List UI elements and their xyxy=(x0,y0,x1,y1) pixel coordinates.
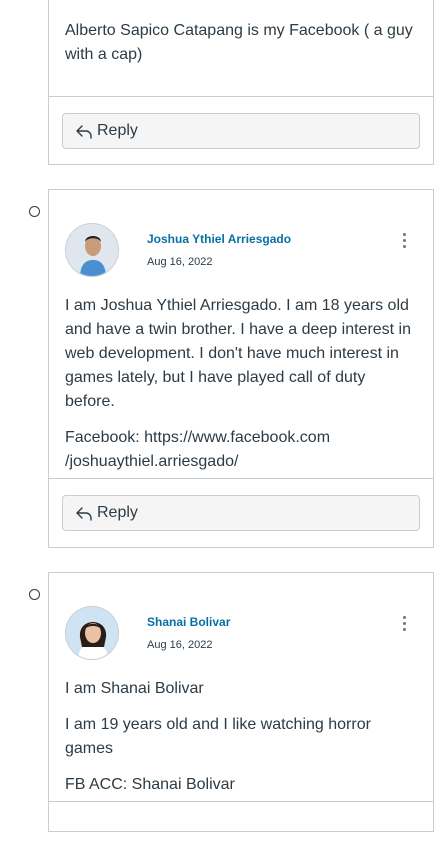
entry-message: Alberto Sapico Catapang is my Facebook (… xyxy=(65,19,419,67)
author-name-link[interactable]: Joshua Ythiel Arriesgado xyxy=(147,232,291,246)
list-bullet xyxy=(29,589,40,600)
entry-footer: Reply xyxy=(49,478,433,549)
reply-button[interactable]: Reply xyxy=(62,113,420,149)
list-bullet xyxy=(29,206,40,217)
entry-paragraph: I am Joshua Ythiel Arriesgado. I am 18 y… xyxy=(65,297,412,410)
avatar[interactable] xyxy=(65,606,119,660)
entry-paragraph: FB ACC: Shanai Bolivar xyxy=(65,776,235,793)
reply-label: Reply xyxy=(97,122,138,139)
reply-icon xyxy=(75,122,93,140)
entry-message: I am Joshua Ythiel Arriesgado. I am 18 y… xyxy=(65,294,419,474)
reply-icon xyxy=(75,504,93,522)
post-date: Aug 16, 2022 xyxy=(147,639,213,651)
reply-label: Reply xyxy=(97,504,138,521)
discussion-entry: Joshua Ythiel Arriesgado Aug 16, 2022 I … xyxy=(48,189,434,548)
post-date: Aug 16, 2022 xyxy=(147,256,213,268)
entry-paragraph: I am 19 years old and I like watching ho… xyxy=(65,716,371,757)
entry-message: I am Shanai Bolivar I am 19 years old an… xyxy=(65,677,419,797)
author-name-link[interactable]: Shanai Bolivar xyxy=(147,615,230,629)
discussion-entry: Alberto Sapico Catapang is my Facebook (… xyxy=(48,0,434,165)
reply-button[interactable]: Reply xyxy=(62,495,420,531)
more-options-icon[interactable] xyxy=(401,616,407,634)
entry-paragraph: Facebook: https://www.facebook.com /josh… xyxy=(65,426,419,474)
entry-paragraph: I am Shanai Bolivar xyxy=(65,680,204,697)
entry-footer xyxy=(49,801,433,842)
discussion-entry: Shanai Bolivar Aug 16, 2022 I am Shanai … xyxy=(48,572,434,832)
avatar[interactable] xyxy=(65,223,119,277)
more-options-icon[interactable] xyxy=(401,233,407,251)
facebook-link-line2: /joshuaythiel.arriesgado/ xyxy=(65,453,239,470)
facebook-link-line1: Facebook: https://www.facebook.com xyxy=(65,429,331,446)
entry-footer: Reply xyxy=(49,96,433,166)
entry-paragraph: Alberto Sapico Catapang is my Facebook (… xyxy=(65,22,413,63)
